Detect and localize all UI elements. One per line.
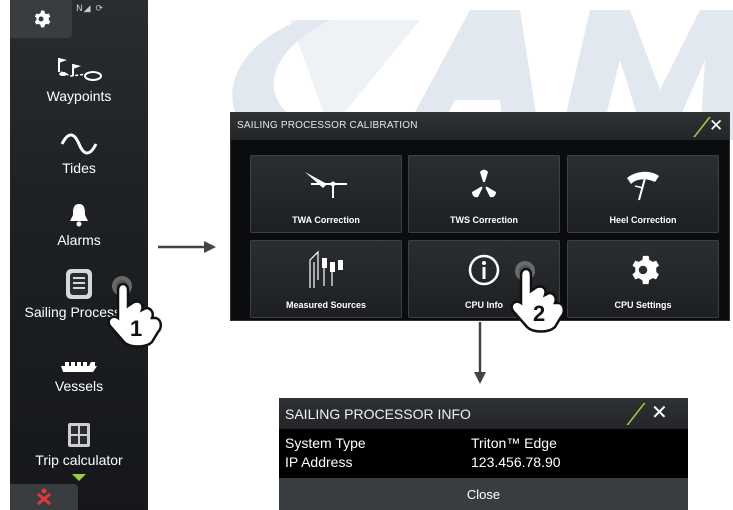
tile-label: TWS Correction — [449, 215, 518, 225]
man-overboard-icon — [37, 488, 51, 506]
dialog-title: SAILING PROCESSOR CALIBRATION — [237, 120, 418, 131]
menu-item-waypoints[interactable]: Waypoints — [10, 52, 148, 104]
step-number: 1 — [130, 316, 142, 341]
info-key: System Type — [285, 435, 366, 451]
heel-icon — [627, 171, 659, 201]
menu-item-label: Waypoints — [46, 88, 112, 104]
settings-button[interactable] — [10, 0, 72, 38]
gear-icon — [632, 255, 660, 285]
tile-label: Measured Sources — [285, 300, 367, 310]
menu-item-tides[interactable]: Tides — [10, 124, 148, 176]
info-value: Triton™ Edge — [471, 435, 557, 451]
menu-item-alarms[interactable]: Alarms — [10, 196, 148, 248]
calibration-titlebar: SAILING PROCESSOR CALIBRATION ✕ — [231, 113, 729, 140]
anemometer-icon — [472, 169, 496, 198]
tile-measured-sources[interactable]: Measured Sources — [250, 240, 402, 318]
gear-icon — [34, 10, 51, 28]
tides-icon — [60, 133, 98, 155]
tile-label: TWA Correction — [292, 215, 360, 225]
close-icon[interactable]: ✕ — [651, 400, 668, 424]
sensors-icon — [309, 250, 343, 288]
calibration-dialog: SAILING PROCESSOR CALIBRATION ✕ TWA Corr… — [230, 112, 730, 321]
hand-pointer-icon: 2 — [510, 261, 565, 333]
bell-icon — [70, 204, 88, 227]
hand-pointer-icon: 1 — [107, 276, 162, 348]
tile-twa-correction[interactable]: TWA Correction — [250, 155, 402, 233]
dialog-title: SAILING PROCESSOR INFO — [285, 406, 471, 422]
menu-item-label: Trip calculator — [35, 452, 123, 468]
divider — [626, 403, 646, 425]
close-icon[interactable]: ✕ — [709, 116, 723, 136]
sailing-processor-icon — [66, 269, 92, 299]
menu-item-label: Alarms — [57, 232, 101, 248]
menu-item-trip-calculator[interactable]: Trip calculator — [10, 416, 148, 468]
close-button[interactable]: Close — [279, 478, 688, 510]
info-value: 123.456.78.90 — [471, 454, 561, 470]
info-icon — [468, 254, 500, 286]
waypoints-icon — [58, 58, 102, 81]
tile-heel-correction[interactable]: Heel Correction — [567, 155, 719, 233]
menu-item-label: Tides — [62, 160, 96, 176]
vessels-icon — [61, 362, 97, 372]
arrow-down-icon — [474, 322, 486, 384]
info-titlebar: SAILING PROCESSOR INFO ✕ — [279, 398, 688, 429]
status-icons: N◢ ⟳ — [75, 4, 104, 14]
calculator-icon — [68, 423, 90, 447]
info-dialog: SAILING PROCESSOR INFO ✕ System Type Tri… — [279, 398, 688, 510]
tile-label: CPU Settings — [614, 300, 672, 310]
step-number: 2 — [533, 301, 545, 326]
tile-cpu-settings[interactable]: CPU Settings — [567, 240, 719, 318]
scroll-down-icon[interactable] — [72, 474, 86, 481]
tile-tws-correction[interactable]: TWS Correction — [408, 155, 560, 233]
menu-item-label: Vessels — [54, 378, 104, 394]
tile-label: Heel Correction — [609, 215, 677, 225]
menu-header: N◢ ⟳ — [10, 0, 148, 40]
info-key: IP Address — [285, 454, 353, 470]
wind-vane-icon — [305, 172, 347, 198]
arrow-right-icon — [158, 241, 216, 253]
close-menu-button[interactable] — [10, 484, 78, 510]
side-menu: N◢ ⟳ Waypoints Tides Alarms Sailing Proc… — [10, 0, 148, 510]
